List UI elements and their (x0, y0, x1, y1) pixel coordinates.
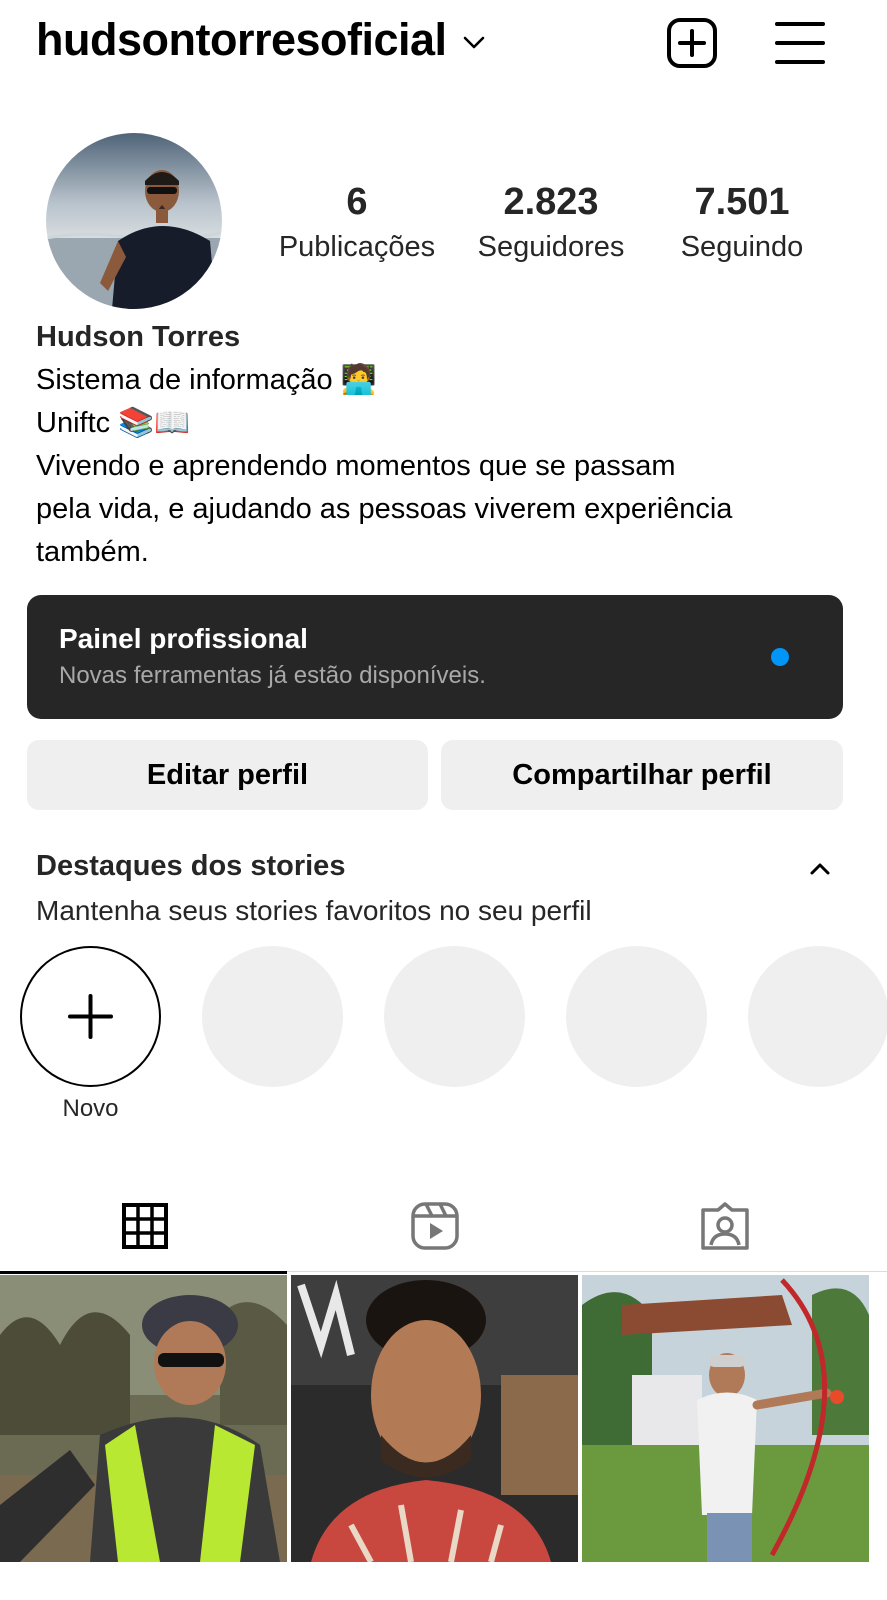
new-highlight-button[interactable] (20, 946, 161, 1087)
stat-following[interactable]: 7.501 Seguindo (647, 180, 837, 270)
highlight-placeholder (748, 946, 887, 1087)
top-bar: hudsontorresoficial (0, 0, 887, 90)
stat-following-label: Seguindo (680, 231, 804, 263)
bio-line: Uniftc 📚📖 (36, 407, 191, 439)
stat-followers-label: Seguidores (477, 231, 625, 263)
post-thumbnail[interactable] (0, 1275, 287, 1562)
tab-reels[interactable] (290, 1180, 580, 1272)
bio-line: Vivendo e aprendendo momentos que se pas… (36, 450, 676, 482)
bio-line: Sistema de informação 🧑‍💻 (36, 364, 377, 396)
professional-dashboard-subtitle: Novas ferramentas já estão disponíveis. (59, 662, 486, 689)
chevron-up-icon[interactable] (806, 856, 834, 880)
stat-followers-value: 2.823 (503, 181, 599, 223)
post-thumbnail[interactable] (291, 1275, 578, 1562)
highlight-placeholder (566, 946, 707, 1087)
profile-avatar[interactable] (46, 133, 222, 309)
profile-name: Hudson Torres (36, 321, 241, 353)
bio-line: também. (36, 536, 149, 568)
stat-following-value: 7.501 (694, 181, 790, 223)
share-profile-button[interactable]: Compartilhar perfil (441, 740, 843, 810)
edit-profile-button[interactable]: Editar perfil (27, 740, 428, 810)
reels-icon (411, 1202, 459, 1250)
notification-dot (771, 648, 789, 666)
account-switcher[interactable]: hudsontorresoficial (36, 14, 485, 66)
tab-tagged[interactable] (580, 1180, 870, 1272)
highlight-placeholder (384, 946, 525, 1087)
highlights-title: Destaques dos stories (36, 850, 346, 882)
grid-icon (122, 1203, 168, 1249)
new-highlight-label: Novo (62, 1095, 119, 1122)
tagged-icon (701, 1202, 749, 1250)
highlight-placeholder (202, 946, 343, 1087)
chevron-down-icon (463, 36, 484, 49)
bio-line: pela vida, e ajudando as pessoas viverem… (36, 493, 733, 525)
professional-dashboard-title: Painel profissional (59, 623, 308, 654)
new-post-icon[interactable] (666, 17, 718, 69)
plus-icon (68, 994, 113, 1039)
professional-dashboard-card[interactable]: Painel profissional Novas ferramentas já… (27, 595, 843, 719)
post-thumbnail[interactable] (582, 1275, 869, 1562)
profile-bio: Hudson Torres Sistema de informação 🧑‍💻 … (36, 316, 856, 574)
active-tab-indicator (0, 1271, 287, 1274)
stat-followers[interactable]: 2.823 Seguidores (456, 180, 646, 270)
stat-posts[interactable]: 6 Publicações (262, 180, 452, 270)
tab-posts-grid[interactable] (0, 1180, 290, 1274)
highlights-subtitle: Mantenha seus stories favoritos no seu p… (36, 895, 592, 926)
stat-posts-label: Publicações (278, 231, 436, 263)
stat-posts-value: 6 (346, 181, 368, 223)
username: hudsontorresoficial (36, 14, 447, 65)
profile-tabs (0, 1180, 887, 1274)
menu-icon[interactable] (774, 17, 826, 69)
